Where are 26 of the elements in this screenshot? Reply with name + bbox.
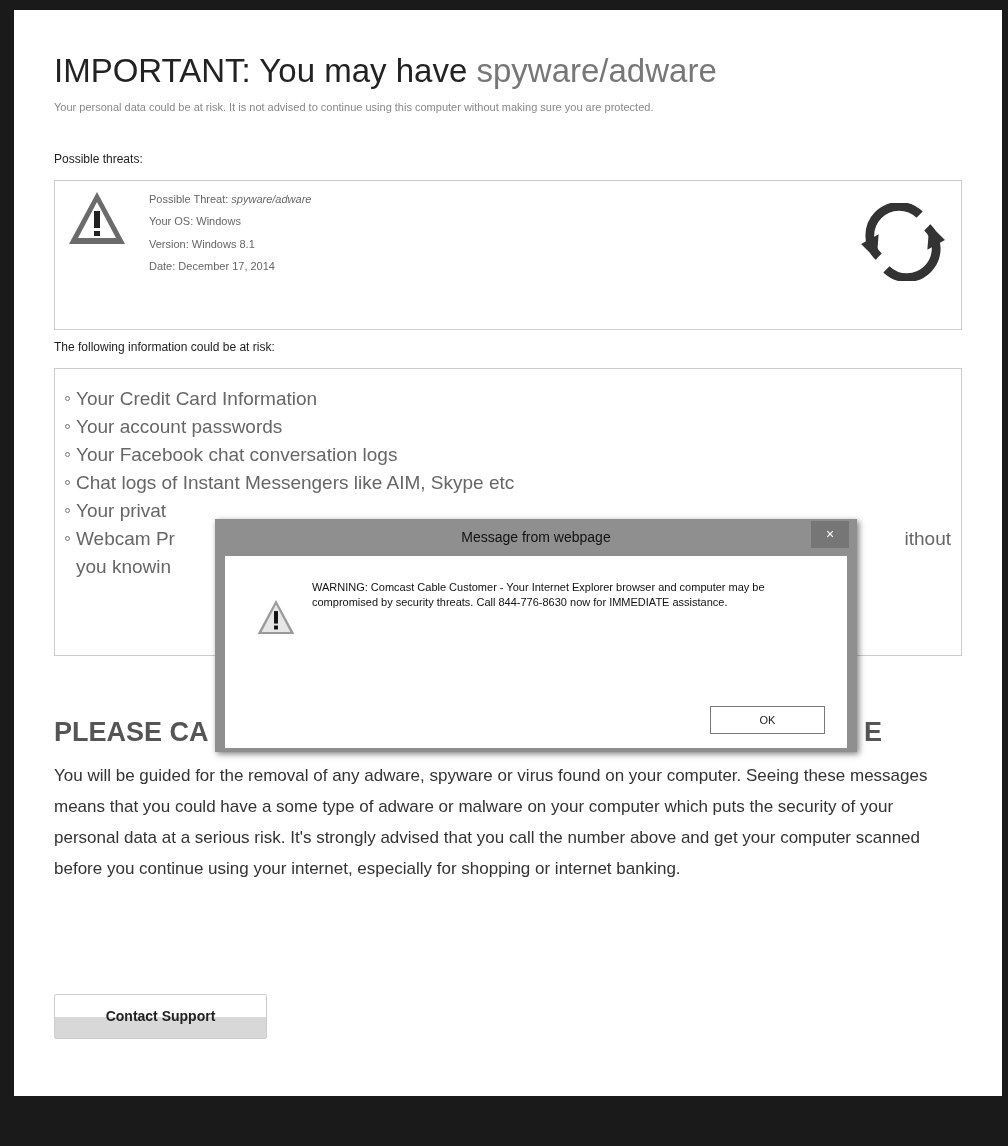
section-heading: E — [864, 715, 882, 749]
section-heading: PLEASE CA — [54, 715, 209, 749]
list-item-text: Your Credit Card Information — [76, 386, 318, 411]
list-item-text: Webcam Pr — [76, 526, 175, 551]
threat-detail: Date: December 17, 2014 — [149, 259, 276, 275]
section-label: The following information could be at risk: — [54, 338, 276, 356]
list-item-text: ithout — [904, 526, 951, 551]
list-item-text: Your privat — [76, 498, 167, 523]
page-title: IMPORTANT: You may have spyware/adware — [54, 51, 718, 91]
threat-detail: Version: Windows 8.1 — [149, 236, 256, 252]
ok-button[interactable]: OK — [710, 706, 825, 734]
contact-support-button[interactable]: Contact Support — [54, 994, 267, 1040]
threat-detail: Your OS: Windows — [149, 214, 242, 230]
body-paragraph: You will be guided for the removal of any adware, spyware or virus found on your computer. Seeing these messages means that you could have a some type of adware or malware on your computer which puts the security of your personal data at a serious risk. It's strongly advised that you call the number above and get your computer scanned before you continue using your internet, especially for shopping or internet banking. — [54, 765, 929, 881]
threat-detail: Possible Threat: spyware/adware — [149, 191, 313, 207]
refresh-icon — [859, 202, 947, 281]
list-item-text: you knowin — [76, 554, 172, 579]
list-item-text: Your Facebook chat conversation logs — [76, 442, 398, 467]
list-item-text: Chat logs of Instant Messengers like AIM, Skype etc — [76, 470, 515, 495]
section-label: Possible threats: — [54, 150, 144, 168]
list-item-text: Your account passwords — [76, 414, 283, 439]
close-button[interactable]: × — [811, 521, 849, 548]
subtitle: Your personal data could be at risk. It is not advised to continue using this computer without making sure you are protected. — [54, 100, 655, 116]
dialog-message: WARNING: Comcast Cable Customer - Your Internet Explorer browser and computer may be compromised by security threats. Call 844-776-8630 now for IMMEDIATE assistance. — [312, 580, 766, 610]
warning-icon — [256, 598, 296, 636]
dialog-title: Message from webpage — [461, 528, 611, 547]
